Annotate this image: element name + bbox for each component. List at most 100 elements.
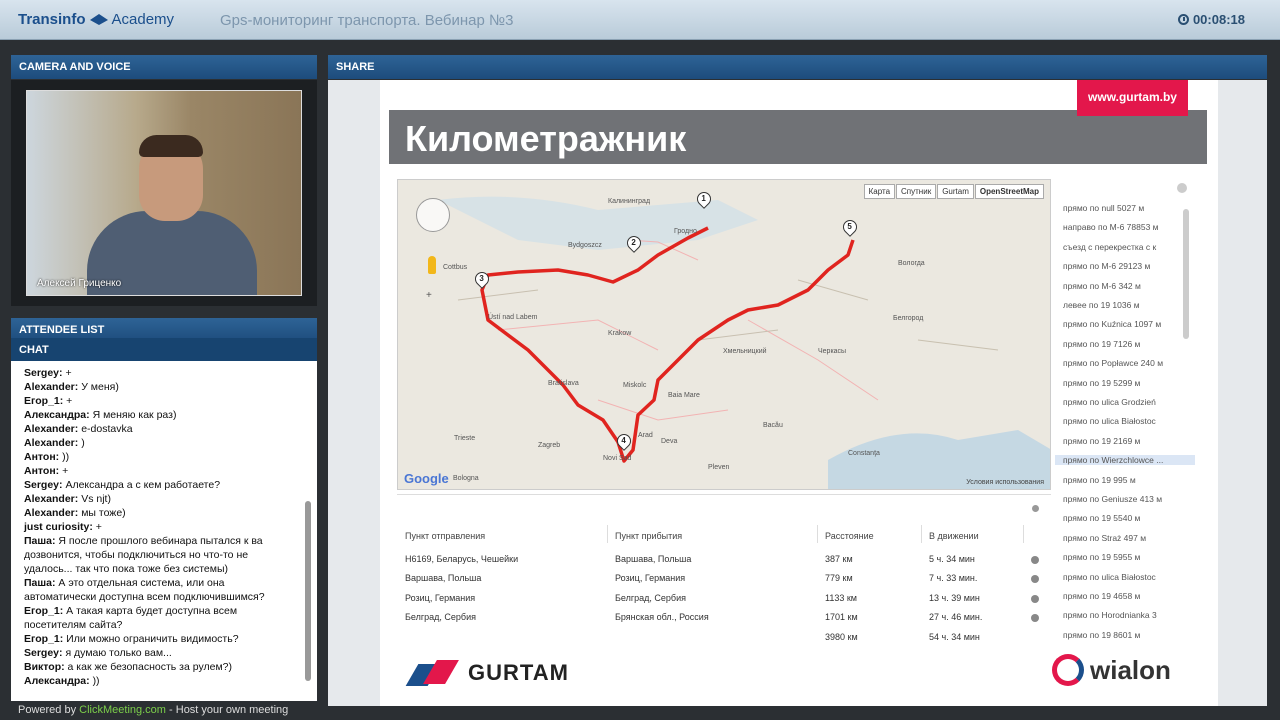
row-action-icon[interactable] [1031,556,1039,564]
direction-step[interactable]: прямо по ulica Białostoc [1063,416,1156,426]
direction-step[interactable]: прямо по Kuźnica 1097 м [1063,319,1161,329]
direction-step[interactable]: прямо по Horodnianka 3 [1063,610,1157,620]
map-label: Хмельницкий [723,348,767,355]
pegman-icon[interactable] [428,256,436,274]
direction-step[interactable]: съезд с перекрестка с к [1063,242,1156,252]
table-column-divider [1023,525,1024,543]
direction-step[interactable]: прямо по ulica Białostoc [1063,572,1156,582]
direction-step[interactable]: прямо по Popławce 240 м [1063,358,1163,368]
chat-message: Егор_1: Или можно ограничить видимость? [24,632,306,646]
map-label: Bologna [453,475,479,482]
map-type-openstreetmap[interactable]: OpenStreetMap [974,184,1044,199]
map-label: Constanţa [848,450,880,457]
map-label: Novi Sad [603,455,632,462]
direction-step[interactable]: прямо по 19 2169 м [1063,436,1140,446]
camera-panel-heading: CAMERA AND VOICE [11,55,317,79]
gurtam-logo-text: GURTAM [468,660,569,685]
zoom-in-icon[interactable]: + [426,290,432,301]
chat-message-text: У меня) [81,381,119,393]
map-label: Baia Mare [668,392,700,399]
chat-heading[interactable]: CHAT [11,338,317,362]
logo-academy: Academy [111,10,175,28]
chat-message-author: Виктор: [24,661,65,673]
direction-step[interactable]: прямо по 19 5540 м [1063,513,1140,523]
map-pan-control[interactable] [416,198,450,232]
chat-message-author: Alexander: [24,423,79,435]
direction-step[interactable]: прямо по Wierzchlowce ... [1055,455,1195,466]
direction-step[interactable]: прямо по 19 7126 м [1063,339,1140,349]
row-action-icon[interactable] [1031,575,1039,584]
chat-message-author: Паша: [24,535,56,547]
route-map[interactable]: Калининград Гродно Bydgoszcz Cottbus Ústí na… [397,179,1051,490]
map-label: Bratislava [548,380,579,387]
chat-message-author: Егор_1: [24,395,64,407]
footer: Powered by ClickMeeting.com - Host your … [18,704,288,716]
table-header: Расстояние [825,531,874,541]
chat-message-text: Я меняю как раз) [92,409,177,421]
direction-step[interactable]: прямо по M-6 29123 м [1063,261,1150,271]
map-type-map[interactable]: Карта [863,184,896,199]
presenter-video[interactable]: Алексей Гриценко [26,90,302,296]
chat-message-text: Или можно ограничить видимость? [66,633,239,645]
map-label: Черкасы [818,348,847,355]
app-logo: Transinfo Academy [18,8,174,30]
share-panel-heading: SHARE [328,55,1267,79]
chat-message-text: я думаю только вам... [65,647,172,659]
table-cell: Розиц, Германия [405,592,476,603]
direction-step[interactable]: прямо по 19 5299 м [1063,378,1140,388]
row-action-icon[interactable] [1031,614,1039,623]
chat-message-text: мы тоже) [81,507,126,519]
settings-icon[interactable] [1032,505,1039,512]
direction-step[interactable]: левее по 19 1036 м [1063,300,1140,310]
direction-step[interactable]: прямо по ulica Grodzień [1063,397,1156,407]
map-label: Krakow [608,330,632,337]
chat-message-author: Паша: [24,577,56,589]
direction-step[interactable]: прямо по 19 4658 м [1063,591,1140,601]
presenter-hair [139,135,203,157]
row-action-icon[interactable] [1031,594,1039,603]
table-header: Пункт отправления [405,531,486,541]
wialon-logo: wialon [1052,654,1171,686]
chat-message-author: Александра: [24,409,90,421]
chat-message-list: Sergey: + Alexander: У меня) Егор_1: + Алек… [24,366,306,688]
map-type-gurtam[interactable]: Gurtam [937,184,974,199]
direction-step[interactable]: прямо по Geniusze 413 м [1063,494,1162,504]
direction-step[interactable]: прямо по 19 8601 м [1063,630,1140,640]
chat-scrollbar[interactable] [305,501,311,681]
chat-message-text: + [66,395,73,407]
map-type-satellite[interactable]: Спутник [896,184,937,199]
chat-message: Паша: Я после прошлого вебинара пытался … [24,534,306,548]
map-label: Bacău [763,422,783,429]
chat-message-text: )) [62,451,70,463]
direction-step[interactable]: направо по M-6 78853 м [1063,222,1159,232]
map-terms-link[interactable]: Условия использования [966,479,1044,486]
chat-message-author: Александра: [24,675,90,687]
direction-step[interactable]: прямо по M-6 342 м [1063,281,1141,291]
route-table: Пункт отправления Пункт прибытия Расстояни… [397,494,1051,644]
table-cell: Брянская обл., Россия [615,612,709,623]
footer-clickmeeting-link[interactable]: ClickMeeting.com [79,704,166,716]
map-label: Pleven [708,464,730,471]
map-label: Trieste [454,435,476,442]
direction-step[interactable]: прямо по 19 995 м [1063,475,1136,485]
directions-scrollbar[interactable] [1183,209,1189,339]
chat-message-text: + [62,465,69,477]
direction-step[interactable]: прямо по 19 5955 м [1063,552,1140,562]
chat-message: автоматически доступна всем подключившим… [24,590,306,604]
close-icon[interactable] [1177,183,1187,193]
direction-step[interactable]: прямо по Straż 497 м [1063,533,1146,543]
table-cell: 1701 км [825,612,858,623]
chat-message-text: e-dostavka [81,423,133,435]
clock-icon [1177,14,1189,25]
table-column-divider [921,525,922,543]
footer-powered-by: Powered by [18,704,77,716]
table-header: В движении [929,531,979,541]
chat-panel[interactable]: Sergey: + Alexander: У меня) Егор_1: + Алек… [11,361,317,701]
direction-step[interactable]: прямо по null 5027 м [1063,203,1144,213]
chat-message: Alexander: Vs njt) [24,492,306,506]
chat-message: Паша: А это отдельная система, или она [24,576,306,590]
chat-message: удалось... так что пока тоже без системы… [24,562,306,576]
chat-message: just curiosity: + [24,520,306,534]
presenter-name: Алексей Гриценко [37,278,122,289]
map-label: Ústí nad Labem [488,314,538,321]
